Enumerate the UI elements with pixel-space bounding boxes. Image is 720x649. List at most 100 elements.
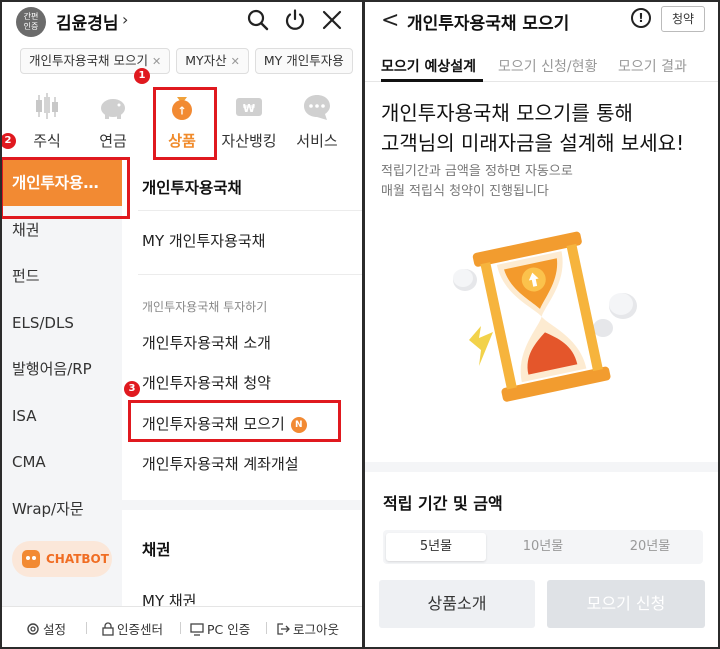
menu-my-bond[interactable]: MY 채권 — [142, 590, 196, 606]
bottom-label: 인증센터 — [117, 622, 164, 637]
separator — [266, 622, 267, 634]
chip-label: MY 개인투자용 — [263, 53, 344, 68]
category-label: 자산뱅킹 — [221, 132, 277, 150]
annotation-box-1 — [153, 87, 217, 160]
back-icon[interactable]: < — [381, 8, 399, 33]
monitor-icon — [190, 623, 204, 636]
page-title: 개인투자용국채 모으기 — [407, 14, 570, 34]
separator — [180, 622, 181, 634]
bottom-label: 로그아웃 — [293, 622, 340, 637]
search-icon[interactable] — [246, 8, 270, 32]
headline-line: 개인투자용국채 모으기를 통해 — [381, 101, 633, 125]
menu-header: 간편 인증 김윤경님 › — [0, 0, 362, 44]
separator — [86, 622, 87, 634]
tab-collect-result[interactable]: 모으기 결과 — [618, 56, 687, 76]
right-panel: < 개인투자용국채 모으기 ! 청약 모으기 예상설계 모으기 신청/현황 모으… — [365, 0, 720, 649]
menu-bond-subscribe[interactable]: 개인투자용국채 청약 — [142, 372, 271, 393]
info-icon[interactable]: ! — [631, 8, 651, 28]
product-intro-button[interactable]: 상품소개 — [379, 580, 535, 628]
period-title: 적립 기간 및 금액 — [383, 494, 503, 513]
description-line: 매월 적립식 청약이 진행됩니다 — [381, 184, 549, 199]
section-gap — [122, 500, 362, 510]
chip-label: MY자산 — [185, 53, 227, 68]
invest-subheader: 개인투자용국채 투자하기 — [142, 300, 268, 314]
bottom-bar: 설정 인증센터 PC 인증 로그아웃 — [0, 606, 362, 649]
category-service[interactable]: 서비스 — [284, 86, 350, 158]
tab-collect-plan[interactable]: 모으기 예상설계 — [381, 56, 476, 76]
annotation-number-1: 1 — [134, 68, 150, 84]
auth-badge-line2: 인증 — [23, 22, 39, 31]
description: 적립기간과 금액을 정하면 자동으로 매월 적립식 청약이 진행됩니다 — [381, 162, 573, 202]
chatbot-label: CHATBOT — [46, 552, 109, 566]
period-option-20y[interactable]: 20년물 — [600, 533, 700, 561]
logout-link[interactable]: 로그아웃 — [276, 619, 339, 638]
period-option-5y[interactable]: 5년물 — [386, 533, 486, 561]
simple-auth-badge[interactable]: 간편 인증 — [16, 7, 46, 37]
subscribe-button[interactable]: 청약 — [661, 6, 705, 32]
recent-menu-chips: 개인투자용국채 모으기 ✕ MY자산 ✕ MY 개인투자용 — [20, 48, 362, 76]
sidebar-item-fund[interactable]: 펀드 — [0, 253, 122, 299]
submenu-content: 개인투자용국채 MY 개인투자용국채 개인투자용국채 투자하기 개인투자용국채 … — [122, 160, 362, 606]
close-icon[interactable]: ✕ — [231, 55, 240, 68]
chevron-right-icon[interactable]: › — [122, 10, 128, 29]
active-tab-indicator — [381, 79, 483, 82]
sidebar-item-els-dls[interactable]: ELS/DLS — [0, 300, 122, 346]
chip-label: 개인투자용국채 모으기 — [29, 53, 148, 68]
category-label: 주식 — [33, 132, 61, 150]
left-panel: 간편 인증 김윤경님 › 개인투자용국채 모으기 ✕ MY자산 ✕ MY 개인투자용 — [0, 0, 362, 649]
tab-bar: 모으기 예상설계 모으기 신청/현황 모으기 결과 — [365, 46, 720, 82]
divider — [138, 274, 362, 275]
tab-collect-status[interactable]: 모으기 신청/현황 — [498, 56, 597, 76]
gear-icon — [27, 623, 39, 635]
period-option-10y[interactable]: 10년물 — [493, 533, 593, 561]
collect-apply-button[interactable]: 모으기 신청 — [547, 580, 705, 628]
robot-icon — [22, 550, 40, 568]
annotation-number-2: 2 — [0, 133, 16, 149]
chat-bubble-icon — [304, 95, 330, 120]
bottom-label: 설정 — [43, 622, 67, 637]
close-icon[interactable]: ✕ — [152, 55, 161, 68]
username[interactable]: 김윤경님 — [56, 9, 119, 34]
divider — [138, 210, 362, 211]
section-title-personal-bond: 개인투자용국채 — [142, 179, 242, 197]
sidebar-item-cma[interactable]: CMA — [0, 439, 122, 485]
category-label: 연금 — [99, 132, 127, 150]
chatbot-button[interactable]: CHATBOT — [12, 541, 112, 577]
section-title-bond: 채권 — [142, 541, 171, 559]
menu-bond-account-open[interactable]: 개인투자용국채 계좌개설 — [142, 453, 299, 474]
power-icon[interactable] — [283, 8, 307, 32]
piggybank-icon — [101, 99, 125, 119]
sidebar-item-isa[interactable]: ISA — [0, 393, 122, 439]
period-selector: 5년물 10년물 20년물 — [383, 530, 703, 564]
lock-icon — [102, 622, 114, 636]
bottom-label: PC 인증 — [207, 622, 251, 637]
annotation-number-3: 3 — [124, 381, 140, 397]
category-asset-banking[interactable]: ₩ 자산뱅킹 — [216, 86, 282, 158]
description-line: 적립기간과 금액을 정하면 자동으로 — [381, 164, 573, 179]
headline-line: 고객님의 미래자금을 설계해 보세요! — [381, 131, 685, 155]
auth-badge-line1: 간편 — [23, 12, 39, 21]
recent-chip[interactable]: MY 개인투자용 — [254, 48, 353, 74]
category-pension[interactable]: 연금 — [80, 86, 146, 158]
annotation-box-2 — [0, 157, 130, 219]
hourglass-icon — [453, 231, 637, 402]
candlestick-icon — [36, 93, 58, 119]
category-label: 서비스 — [296, 132, 338, 150]
menu-bond-intro[interactable]: 개인투자용국채 소개 — [142, 332, 271, 353]
won-card-icon: ₩ — [236, 98, 262, 116]
settings-link[interactable]: 설정 — [26, 619, 66, 638]
category-sidebar: 개인투자용… 채권 펀드 ELS/DLS 발행어음/RP ISA CMA Wra… — [0, 160, 122, 606]
annotation-box-3 — [128, 400, 341, 442]
sidebar-item-note-rp[interactable]: 발행어음/RP — [0, 346, 122, 392]
sidebar-item-wrap[interactable]: Wrap/자문 — [0, 486, 122, 532]
category-stock[interactable]: 주식 — [14, 86, 80, 158]
svg-text:₩: ₩ — [243, 102, 255, 115]
close-icon[interactable] — [320, 8, 344, 32]
logout-icon — [277, 623, 290, 635]
section-gap — [365, 462, 720, 472]
menu-my-personal-bond[interactable]: MY 개인투자용국채 — [142, 230, 265, 251]
headline: 개인투자용국채 모으기를 통해 고객님의 미래자금을 설계해 보세요! — [381, 98, 684, 158]
pc-auth-link[interactable]: PC 인증 — [190, 619, 250, 638]
recent-chip[interactable]: MY자산 ✕ — [176, 48, 249, 74]
auth-center-link[interactable]: 인증센터 — [102, 619, 163, 638]
